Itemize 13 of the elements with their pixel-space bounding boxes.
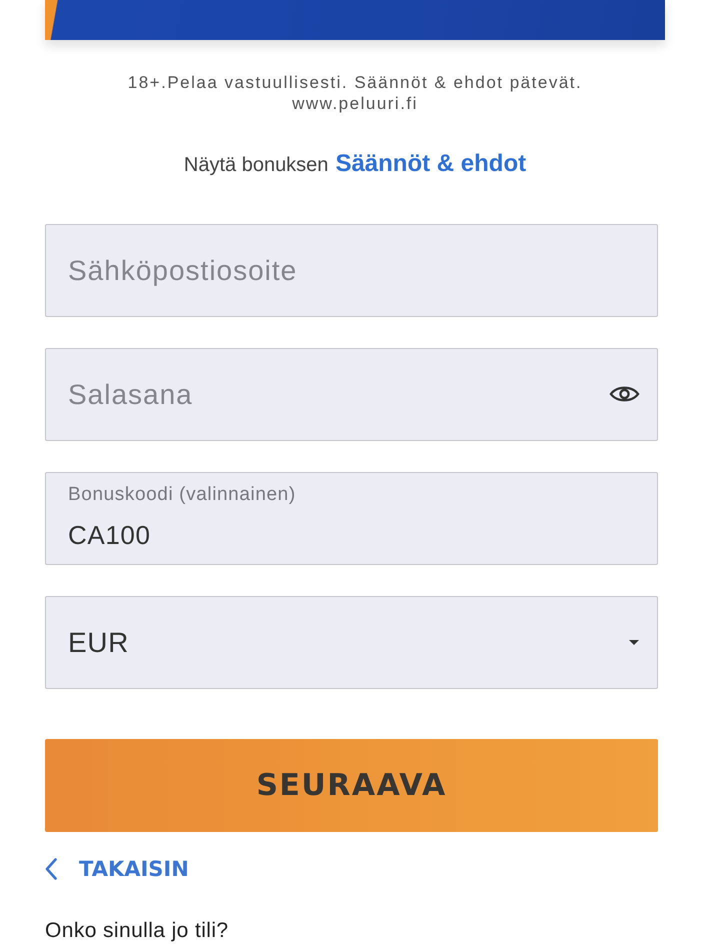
caret-icon [629, 640, 639, 645]
currency-select[interactable]: EUR [45, 596, 658, 689]
eye-icon[interactable] [609, 384, 640, 404]
terms-link[interactable]: Säännöt & ehdot [335, 150, 526, 178]
back-chevron-icon[interactable] [45, 858, 57, 880]
bonus-code-label: Bonuskoodi (valinnainen) [68, 484, 296, 506]
next-button[interactable]: SEURAAVA [45, 739, 658, 832]
terms-text: Näytä bonuksen [184, 154, 328, 177]
password-field[interactable]: Salasana [45, 348, 658, 441]
back-link[interactable]: TAKAISIN [79, 857, 189, 881]
email-field[interactable]: Sähköpostiosoite [45, 224, 658, 317]
login-prompt: Onko sinulla jo tili? [45, 919, 230, 943]
disclaimer-text: 18+.Pelaa vastuullisesti. Säännöt & ehdot pätevät. www.peluuri.fi [126, 72, 584, 114]
